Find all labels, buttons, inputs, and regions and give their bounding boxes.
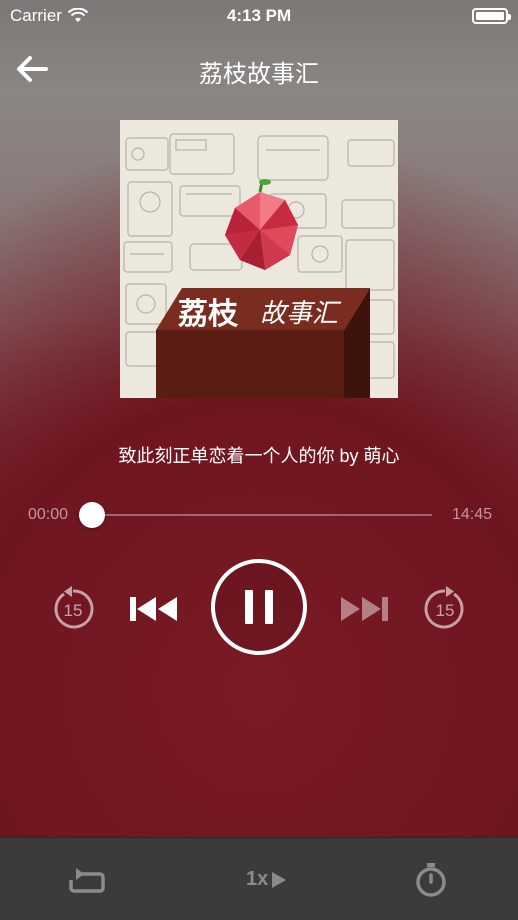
repeat-icon xyxy=(69,868,105,893)
pause-icon xyxy=(211,559,307,655)
play-icon xyxy=(272,871,287,888)
repeat-button[interactable] xyxy=(68,864,106,901)
cover-brand-script: 故事汇 xyxy=(260,299,342,329)
rewind-15-icon: 15 xyxy=(54,586,94,629)
forward-15-icon: 15 xyxy=(424,586,464,629)
bottom-toolbar: 1x xyxy=(0,837,518,920)
rewind-15-button[interactable]: 15 xyxy=(50,586,96,637)
timer-icon xyxy=(416,863,446,897)
progress-track[interactable] xyxy=(79,502,432,528)
speed-button[interactable]: 1x xyxy=(246,868,288,891)
status-bar: Carrier 4:13 PM xyxy=(0,0,518,34)
track-title: 致此刻正单恋着一个人的你 by 萌心 xyxy=(118,446,400,466)
rewind-seconds: 15 xyxy=(64,601,83,620)
previous-button[interactable] xyxy=(128,592,180,631)
nav-bar: 荔枝故事汇 xyxy=(0,40,518,98)
timer-button[interactable] xyxy=(414,862,448,903)
current-time: 00:00 xyxy=(28,506,69,523)
progress-thumb[interactable] xyxy=(79,502,105,528)
forward-15-button[interactable]: 15 xyxy=(422,586,468,637)
status-time: 4:13 PM xyxy=(226,6,292,25)
cover-art: 荔枝 故事汇 xyxy=(120,120,398,398)
album-cover: 荔枝 故事汇 xyxy=(120,120,398,398)
progress-bar[interactable]: 00:00 14:45 xyxy=(0,500,518,530)
battery-icon xyxy=(472,8,511,24)
speed-label: 1x xyxy=(246,868,269,890)
forward-seconds: 15 xyxy=(436,601,455,620)
cover-brand-text: 荔枝 xyxy=(178,297,239,332)
next-button[interactable] xyxy=(338,592,390,631)
playback-controls: 15 15 xyxy=(0,552,518,662)
total-time: 14:45 xyxy=(451,506,492,523)
next-icon xyxy=(341,597,388,621)
previous-icon xyxy=(130,597,177,621)
pause-button[interactable] xyxy=(210,558,308,661)
page-title: 荔枝故事汇 xyxy=(199,61,319,88)
